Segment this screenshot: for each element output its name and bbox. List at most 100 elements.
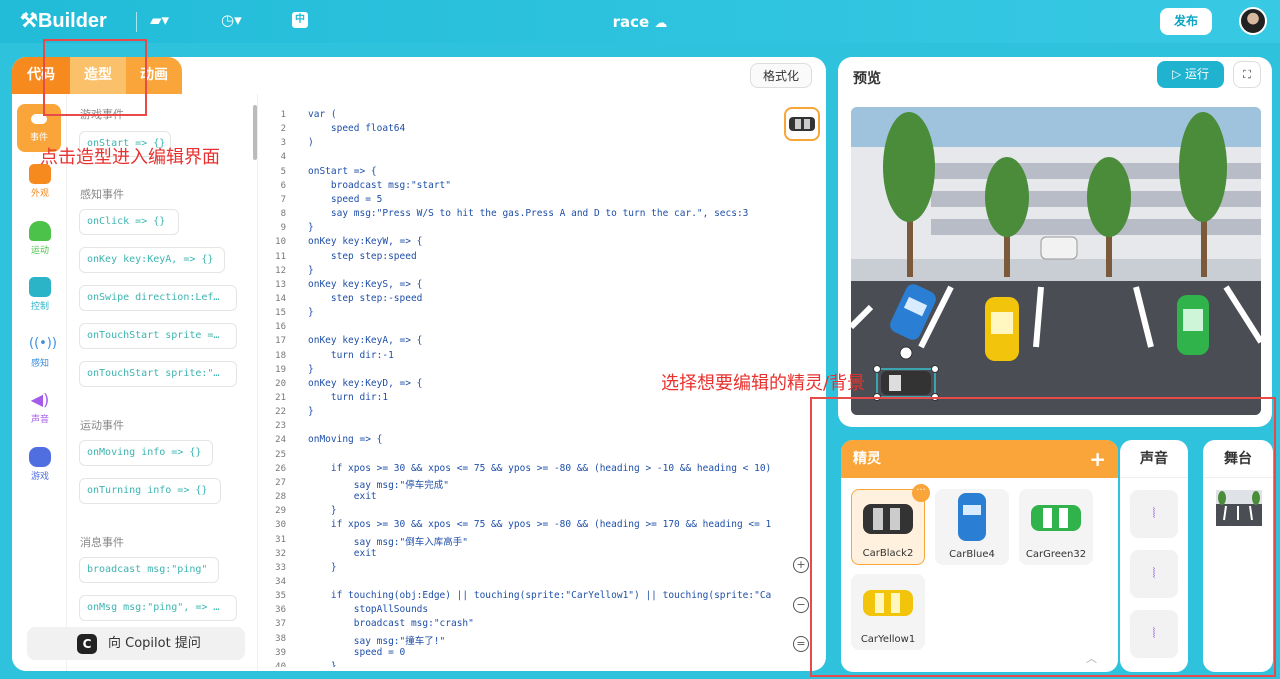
code-line[interactable]: onKey key:KeyW, => { — [308, 236, 422, 247]
line-number: 37 — [275, 619, 286, 630]
line-number: 8 — [280, 209, 286, 220]
line-number: 4 — [280, 152, 286, 163]
code-line[interactable]: } — [308, 265, 314, 276]
publish-button[interactable]: 发布 — [1160, 8, 1212, 35]
code-line[interactable]: var ( — [308, 109, 337, 120]
section-sense-events: 感知事件 — [80, 188, 124, 201]
signal-icon: ((•)) — [29, 336, 57, 351]
code-line[interactable]: speed float64 — [308, 123, 405, 134]
category-look[interactable]: 外观 — [16, 164, 64, 199]
code-line[interactable]: step step:speed — [308, 251, 417, 262]
code-line[interactable]: say msg:"倒车入库高手" — [308, 534, 468, 548]
section-message-events: 消息事件 — [80, 536, 124, 549]
code-line[interactable]: say msg:"撞车了!" — [308, 633, 445, 647]
code-line[interactable]: say msg:"停车完成" — [308, 477, 449, 491]
zoom-in-icon[interactable]: + — [793, 557, 809, 573]
code-line[interactable]: onKey key:KeyA, => { — [308, 335, 422, 346]
avatar[interactable] — [1239, 7, 1267, 35]
code-line[interactable]: step step:-speed — [308, 293, 423, 304]
line-number: 18 — [275, 350, 286, 361]
line-number: 12 — [275, 265, 286, 276]
code-line[interactable]: turn dir:1 — [308, 392, 388, 403]
line-number: 27 — [275, 477, 286, 488]
current-sprite-thumbnail[interactable] — [784, 107, 820, 141]
block-onmoving[interactable]: onMoving info => {} — [79, 440, 213, 466]
code-line[interactable]: broadcast msg:"crash" — [308, 618, 474, 629]
line-number: 25 — [275, 449, 286, 460]
code-line[interactable]: ) — [308, 137, 314, 148]
line-number: 19 — [275, 364, 286, 375]
section-motion-events: 运动事件 — [80, 419, 124, 432]
block-ontouchstart-sprite[interactable]: onTouchStart sprite:"… — [79, 361, 237, 387]
category-sense[interactable]: ((•)) 感知 — [16, 334, 64, 369]
project-title: race ☁ — [612, 13, 668, 31]
motion-icon — [29, 221, 51, 241]
code-line[interactable]: } — [308, 406, 314, 417]
code-line[interactable]: onMoving => { — [308, 434, 382, 445]
line-number: 26 — [275, 463, 286, 474]
line-number: 38 — [275, 633, 286, 644]
code-line[interactable]: speed = 0 — [308, 647, 405, 658]
code-line[interactable]: say msg:"Press W/S to hit the gas.Press … — [308, 208, 749, 219]
code-line[interactable]: } — [308, 562, 337, 573]
block-onclick[interactable]: onClick => {} — [79, 209, 179, 235]
line-number: 31 — [275, 534, 286, 545]
code-line[interactable]: } — [308, 661, 337, 667]
top-bar: ⚒Builder ▰▾ ◷▾ 中 race ☁ 发布 — [0, 0, 1280, 43]
code-line[interactable]: broadcast msg:"start" — [308, 180, 451, 191]
palette-scrollbar[interactable] — [253, 105, 257, 160]
speaker-icon: ◀) — [30, 390, 50, 409]
line-number: 33 — [275, 562, 286, 573]
line-number: 32 — [275, 548, 286, 559]
code-line[interactable]: if xpos >= 30 && xpos <= 75 && ypos >= -… — [308, 463, 771, 474]
code-line[interactable]: onStart => { — [308, 166, 377, 177]
gamepad-icon — [29, 447, 51, 467]
category-sidebar: 事件 外观 运动 控制 ((•)) 感知 ◀) 声音 游戏 — [12, 94, 67, 671]
line-number: 3 — [280, 138, 286, 149]
code-line[interactable]: stopAllSounds — [308, 604, 428, 615]
code-line[interactable]: if xpos >= 30 && xpos <= 75 && ypos >= -… — [308, 519, 771, 530]
line-number: 23 — [275, 421, 286, 432]
line-number: 6 — [280, 180, 286, 191]
copilot-button[interactable]: C 向 Copilot 提问 — [27, 627, 245, 660]
annotation-costume-hint: 点击造型进入编辑界面 — [40, 147, 220, 168]
line-number: 2 — [280, 124, 286, 135]
line-number: 9 — [280, 223, 286, 234]
block-broadcast[interactable]: broadcast msg:"ping" — [79, 557, 219, 583]
fullscreen-icon[interactable]: ⛶ — [1233, 61, 1261, 88]
block-onmsg[interactable]: onMsg msg:"ping", => … — [79, 595, 237, 621]
code-line[interactable]: speed = 5 — [308, 194, 382, 205]
line-number: 14 — [275, 293, 286, 304]
block-onturning[interactable]: onTurning info => {} — [79, 478, 221, 504]
code-line[interactable]: } — [308, 364, 314, 375]
line-number: 39 — [275, 647, 286, 658]
block-onkey[interactable]: onKey key:KeyA, => {} — [79, 247, 225, 273]
run-button[interactable]: ▷ 运行 — [1157, 61, 1224, 88]
line-number: 35 — [275, 591, 286, 602]
zoom-reset-icon[interactable]: = — [793, 636, 809, 652]
play-icon: ▷ — [1171, 67, 1182, 81]
code-line[interactable]: onKey key:KeyS, => { — [308, 279, 422, 290]
category-control[interactable]: 控制 — [16, 277, 64, 312]
line-number: 20 — [275, 378, 286, 389]
code-line[interactable]: onKey key:KeyD, => { — [308, 378, 422, 389]
code-line[interactable]: exit — [308, 491, 377, 502]
code-line[interactable]: if touching(obj:Edge) || touching(sprite… — [308, 590, 771, 601]
line-number: 21 — [275, 393, 286, 403]
code-line[interactable]: } — [308, 222, 314, 233]
code-line[interactable]: turn dir:-1 — [308, 350, 394, 361]
preview-panel: 预览 ▷ 运行 ⛶ — [838, 57, 1272, 427]
category-sound[interactable]: ◀) 声音 — [16, 390, 64, 425]
code-line[interactable]: exit — [308, 548, 377, 559]
line-number: 40 — [275, 661, 286, 667]
game-stage[interactable] — [851, 107, 1261, 415]
category-motion[interactable]: 运动 — [16, 221, 64, 256]
block-palette: 游戏事件 onStart => {} 感知事件 onClick => {} on… — [68, 94, 258, 671]
block-ontouchstart[interactable]: onTouchStart sprite =… — [79, 323, 237, 349]
category-game[interactable]: 游戏 — [16, 447, 64, 482]
zoom-out-icon[interactable]: − — [793, 597, 809, 613]
code-line[interactable]: } — [308, 307, 314, 318]
code-line[interactable]: } — [308, 505, 337, 516]
block-onswipe[interactable]: onSwipe direction:Lef… — [79, 285, 237, 311]
format-button[interactable]: 格式化 — [750, 63, 812, 88]
